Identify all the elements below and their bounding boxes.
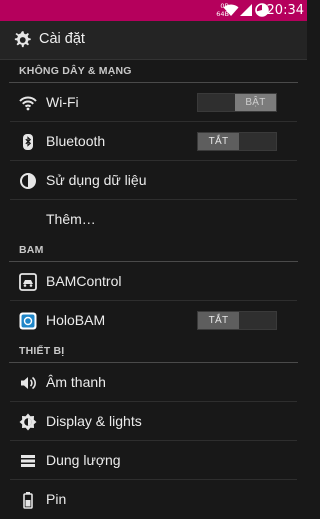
- gear-icon[interactable]: [11, 29, 33, 51]
- data-usage-icon: [20, 173, 36, 189]
- settings-item-holobam[interactable]: HoloBAM TẮT: [0, 301, 307, 340]
- bamcontrol-icon: [19, 273, 37, 291]
- brightness-icon: [19, 413, 37, 431]
- signal-icon: [240, 4, 252, 16]
- section-title: BAM: [19, 244, 44, 256]
- section-header-wireless: KHÔNG DÂY & MẠNG: [9, 60, 298, 83]
- settings-item-bluetooth[interactable]: Bluetooth TẮT: [0, 122, 307, 161]
- action-bar: Cài đặt: [0, 21, 307, 60]
- toggle-label: TẮT: [198, 133, 239, 150]
- settings-item-storage[interactable]: Dung lượng: [0, 441, 307, 480]
- toggle-label: TẮT: [198, 312, 239, 329]
- settings-item-label: Dung lượng: [46, 452, 121, 468]
- settings-item-label: Bluetooth: [46, 133, 106, 149]
- settings-item-label: Display & lights: [46, 413, 142, 429]
- wifi-toggle[interactable]: BẬT: [197, 93, 277, 112]
- wifi-icon: [19, 96, 37, 111]
- storage-icon: [21, 455, 35, 467]
- battery-icon: [23, 492, 33, 509]
- wifi-icon: [223, 4, 239, 16]
- section-header-device: THIẾT BỊ: [9, 340, 298, 363]
- settings-item-label: BAMControl: [46, 273, 122, 289]
- settings-item-bamcontrol[interactable]: BAMControl: [0, 262, 307, 301]
- settings-item-label: Wi-Fi: [46, 94, 79, 110]
- bluetooth-toggle[interactable]: TẮT: [197, 132, 277, 151]
- settings-item-wifi[interactable]: Wi-Fi BẬT: [0, 83, 307, 122]
- section-title: THIẾT BỊ: [19, 345, 65, 357]
- section-header-bam: BAM: [9, 239, 298, 262]
- toggle-label: BẬT: [235, 94, 276, 111]
- section-title: KHÔNG DÂY & MẠNG: [19, 65, 132, 77]
- page-title: Cài đặt: [39, 31, 85, 47]
- settings-item-label: Sử dụng dữ liệu: [46, 172, 147, 188]
- settings-item-sound[interactable]: Âm thanh: [0, 363, 307, 402]
- settings-item-battery[interactable]: Pin: [0, 480, 307, 519]
- settings-item-display[interactable]: Display & lights: [0, 402, 307, 441]
- settings-item-data-usage[interactable]: Sử dụng dữ liệu: [0, 161, 307, 200]
- settings-item-more[interactable]: Thêm…: [0, 200, 307, 239]
- settings-list: KHÔNG DÂY & MẠNG Wi-Fi BẬT Bluetooth TẮT: [0, 60, 307, 519]
- clock: 20:34: [266, 3, 304, 18]
- holobam-toggle[interactable]: TẮT: [197, 311, 277, 330]
- status-bar: 0B 64B 20:34: [0, 0, 307, 21]
- settings-item-label: Thêm…: [46, 211, 96, 227]
- holobam-icon: [19, 312, 37, 330]
- speaker-icon: [21, 376, 36, 390]
- bluetooth-icon: [23, 134, 33, 150]
- settings-item-label: Pin: [46, 491, 67, 507]
- settings-item-label: HoloBAM: [46, 312, 106, 328]
- settings-item-label: Âm thanh: [46, 374, 106, 390]
